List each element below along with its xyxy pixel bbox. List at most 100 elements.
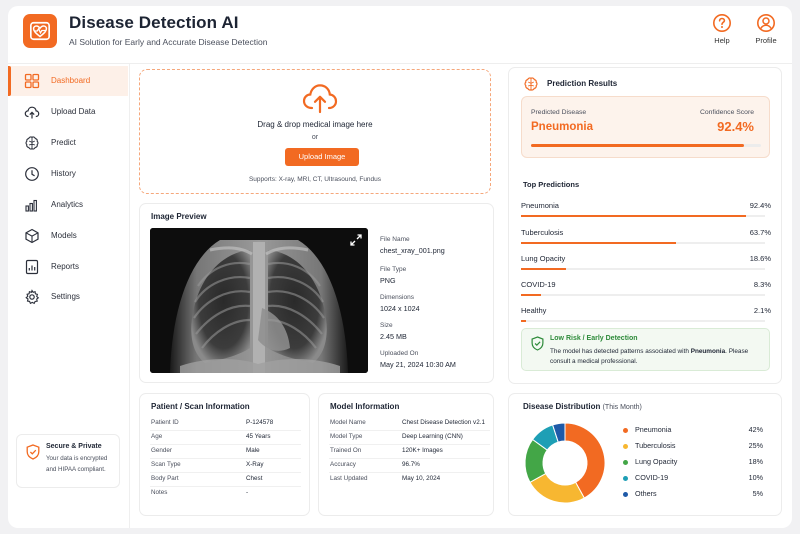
legend-value: 25%	[748, 441, 763, 450]
dimensions-value: 1024 x 1024	[380, 304, 420, 313]
image-preview-card: Image Preview File Name chest_xray_001.p…	[139, 203, 494, 383]
prediction-results-title: Prediction Results	[547, 79, 618, 88]
app-subtitle: AI Solution for Early and Accurate Disea…	[69, 37, 268, 47]
patient-info-card: Patient / Scan Information Patient ID P-1…	[139, 393, 310, 516]
sidebar-item-label: Upload Data	[51, 107, 96, 116]
or-text: or	[311, 134, 319, 141]
shield-check-icon	[531, 336, 544, 351]
sidebar-item-models[interactable]: Models	[8, 221, 128, 251]
risk-title: Low Risk / Early Detection	[550, 335, 638, 342]
expand-icon[interactable]	[349, 233, 363, 247]
sidebar: Dashboard Upload Data Predict History An…	[8, 64, 130, 528]
info-value: P-124578	[246, 419, 274, 426]
cloud-upload-icon	[302, 84, 338, 114]
info-row: Age 45 Years	[150, 431, 301, 445]
predicted-disease-box: Predicted Disease Pneumonia Confidence S…	[521, 96, 770, 158]
risk-desc-text: The model has detected patterns associat…	[550, 348, 691, 355]
sidebar-item-label: Dashboard	[51, 76, 91, 85]
prediction-bar	[521, 215, 765, 217]
info-key: Trained On	[330, 447, 362, 454]
clock-icon	[25, 167, 39, 181]
prediction-bar-fill	[521, 242, 677, 244]
distribution-period: (This Month)	[602, 404, 642, 411]
info-value: 45 Years	[246, 433, 271, 440]
confidence-score-label: Confidence Score	[699, 109, 754, 116]
legend-item: Others 5%	[623, 489, 763, 503]
prediction-bar	[521, 320, 765, 322]
sidebar-item-upload-data[interactable]: Upload Data	[8, 97, 128, 127]
file-type-label: File Type	[380, 266, 407, 273]
legend-value: 5%	[752, 489, 763, 498]
prediction-name: Tuberculosis	[521, 228, 564, 237]
sidebar-item-reports[interactable]: Reports	[8, 252, 128, 282]
info-row: Trained On 120K+ Images	[329, 445, 490, 459]
cube-icon	[25, 228, 39, 244]
info-row: Patient ID P-124578	[150, 417, 301, 431]
confidence-score-value: 92.4%	[717, 119, 754, 134]
distribution-heading: Disease Distribution (This Month)	[523, 402, 642, 411]
prediction-percent: 8.3%	[753, 280, 771, 289]
prediction-percent: 63.7%	[749, 228, 771, 237]
sidebar-item-history[interactable]: History	[8, 159, 128, 189]
info-row: Notes -	[150, 487, 301, 501]
size-value: 2.45 MB	[380, 332, 407, 341]
size-label: Size	[380, 322, 393, 329]
secure-private-card: Secure & Private Your data is encrypted …	[16, 434, 120, 488]
heart-pulse-logo-icon	[23, 14, 57, 48]
legend-dot	[623, 460, 628, 465]
help-button[interactable]: Help	[702, 13, 742, 53]
legend-item: Lung Opacity 18%	[623, 457, 763, 471]
profile-button[interactable]: Profile	[746, 13, 786, 53]
top-predictions-title: Top Predictions	[523, 180, 580, 189]
predicted-disease-value: Pneumonia	[531, 121, 593, 133]
patient-info-title: Patient / Scan Information	[151, 402, 250, 411]
info-key: Age	[151, 433, 163, 440]
info-value: Chest	[246, 475, 263, 482]
info-row: Model Name Chest Disease Detection v2.1	[329, 417, 490, 431]
sidebar-item-label: Analytics	[51, 200, 84, 209]
legend-label: Others	[635, 489, 657, 498]
prediction-row: Pneumonia 92.4%	[521, 201, 771, 221]
info-row: Body Part Chest	[150, 473, 301, 487]
risk-alert: Low Risk / Early Detection The model has…	[521, 328, 770, 371]
prediction-bar-fill	[521, 320, 527, 322]
legend-item: COVID-19 10%	[623, 473, 763, 487]
prediction-percent: 2.1%	[753, 306, 771, 315]
prediction-percent: 18.6%	[749, 254, 771, 263]
info-row: Gender Male	[150, 445, 301, 459]
file-name-value: chest_xray_001.png	[380, 246, 445, 255]
cloud-upload-icon	[24, 106, 40, 119]
chest-xray-illustration	[150, 228, 368, 373]
secure-title: Secure & Private	[46, 443, 102, 450]
help-icon	[713, 14, 731, 32]
upload-dropzone[interactable]: Drag & drop medical image here or Upload…	[139, 69, 491, 194]
file-type-value: PNG	[380, 276, 396, 285]
prediction-name: Healthy	[521, 306, 547, 315]
info-key: Body Part	[151, 475, 179, 482]
info-row: Model Type Deep Learning (CNN)	[329, 431, 490, 445]
info-row: Scan Type X-Ray	[150, 459, 301, 473]
supports-text: Supports: X-ray, MRI, CT, Ultrasound, Fu…	[248, 176, 382, 183]
upload-image-button[interactable]: Upload Image	[285, 148, 359, 166]
legend-label: Tuberculosis	[635, 441, 676, 450]
user-profile-icon	[757, 14, 775, 32]
sidebar-item-analytics[interactable]: Analytics	[8, 190, 128, 220]
info-key: Last Updated	[330, 475, 368, 482]
sidebar-item-label: History	[51, 169, 76, 178]
app-title: Disease Detection AI	[69, 13, 239, 32]
shield-check-icon	[26, 444, 40, 460]
chest-xray-image[interactable]	[150, 228, 368, 373]
prediction-name: Lung Opacity	[521, 254, 566, 263]
info-value: Chest Disease Detection v2.1	[402, 419, 485, 426]
disease-distribution-card: Disease Distribution (This Month) Pneumo…	[508, 393, 782, 516]
sidebar-item-predict[interactable]: Predict	[8, 128, 128, 158]
donut-chart	[524, 422, 606, 504]
distribution-title: Disease Distribution	[523, 402, 601, 411]
sidebar-item-settings[interactable]: Settings	[8, 282, 128, 312]
risk-description: The model has detected patterns associat…	[550, 347, 765, 367]
bar-chart-icon	[25, 199, 37, 212]
info-value: Male	[246, 447, 260, 454]
legend-item: Pneumonia 42%	[623, 425, 763, 439]
image-preview-title: Image Preview	[151, 212, 207, 221]
sidebar-item-dashboard[interactable]: Dashboard	[8, 66, 128, 96]
